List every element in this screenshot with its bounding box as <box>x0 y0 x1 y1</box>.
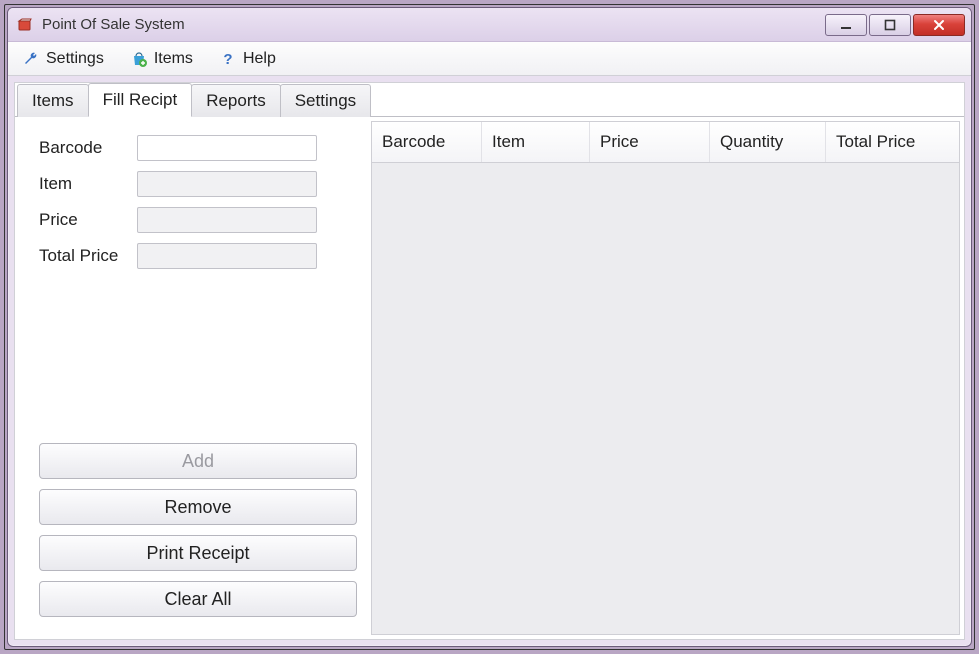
window-controls <box>825 14 965 36</box>
tab-reports[interactable]: Reports <box>191 84 281 117</box>
titlebar[interactable]: Point Of Sale System <box>8 8 971 42</box>
minimize-button[interactable] <box>825 14 867 36</box>
col-barcode[interactable]: Barcode <box>372 122 482 162</box>
price-input <box>137 207 317 233</box>
col-price[interactable]: Price <box>590 122 710 162</box>
menu-help[interactable]: ? Help <box>215 48 280 70</box>
client-area: Items Fill Recipt Reports Settings Barco… <box>14 82 965 640</box>
svg-text:?: ? <box>223 51 232 67</box>
add-button[interactable]: Add <box>39 443 357 479</box>
help-icon: ? <box>219 50 237 68</box>
barcode-input[interactable] <box>137 135 317 161</box>
menu-settings[interactable]: Settings <box>18 48 108 70</box>
label-barcode: Barcode <box>39 138 137 158</box>
col-item[interactable]: Item <box>482 122 590 162</box>
menu-help-label: Help <box>243 50 276 68</box>
tab-items[interactable]: Items <box>17 84 89 117</box>
app-icon <box>16 16 34 34</box>
bag-add-icon <box>130 50 148 68</box>
menu-settings-label: Settings <box>46 50 104 68</box>
form-panel: Barcode Item Price Total Price Ad <box>15 117 371 639</box>
close-button[interactable] <box>913 14 965 36</box>
grid-header: Barcode Item Price Quantity Total Price <box>372 122 959 163</box>
clear-all-button[interactable]: Clear All <box>39 581 357 617</box>
item-input <box>137 171 317 197</box>
tab-body: Barcode Item Price Total Price Ad <box>15 117 964 639</box>
tab-settings[interactable]: Settings <box>280 84 371 117</box>
grid-panel: Barcode Item Price Quantity Total Price <box>371 121 960 635</box>
col-total-price[interactable]: Total Price <box>826 122 959 162</box>
tabstrip: Items Fill Recipt Reports Settings <box>15 83 964 117</box>
menubar: Settings Items ? Help <box>8 42 971 76</box>
col-quantity[interactable]: Quantity <box>710 122 826 162</box>
tab-fill-recipt[interactable]: Fill Recipt <box>88 83 193 117</box>
maximize-button[interactable] <box>869 14 911 36</box>
menu-items[interactable]: Items <box>126 48 197 70</box>
label-price: Price <box>39 210 137 230</box>
label-total-price: Total Price <box>39 246 137 266</box>
menu-items-label: Items <box>154 50 193 68</box>
total-price-input <box>137 243 317 269</box>
print-receipt-button[interactable]: Print Receipt <box>39 535 357 571</box>
label-item: Item <box>39 174 137 194</box>
grid-body[interactable] <box>372 163 959 634</box>
action-buttons: Add Remove Print Receipt Clear All <box>39 443 357 617</box>
wrench-icon <box>22 50 40 68</box>
app-window: Point Of Sale System Settings <box>7 7 972 647</box>
remove-button[interactable]: Remove <box>39 489 357 525</box>
window-title: Point Of Sale System <box>42 16 825 33</box>
